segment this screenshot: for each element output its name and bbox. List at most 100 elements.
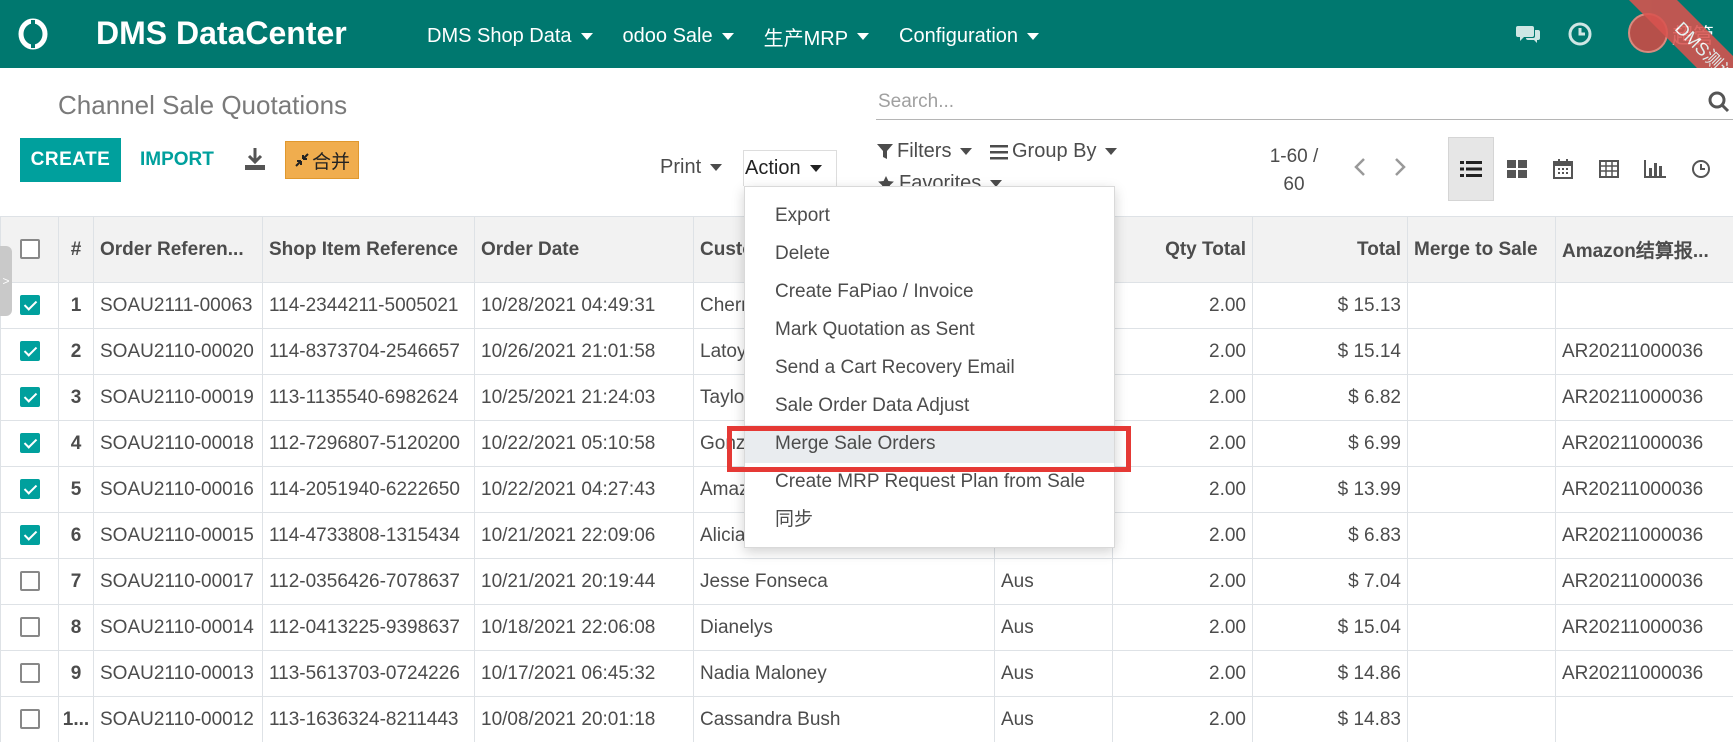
row-checkbox[interactable]: [19, 663, 40, 684]
shop-cell[interactable]: Aus: [994, 696, 1113, 742]
amazon-settlement-cell[interactable]: AR20211000036: [1555, 512, 1733, 559]
shop-item-reference-cell[interactable]: 114-2344211-5005021: [262, 282, 475, 329]
row-checkbox[interactable]: [19, 295, 40, 316]
amazon-settlement-cell[interactable]: [1555, 282, 1733, 329]
total-cell[interactable]: $ 14.83: [1252, 696, 1408, 742]
select-all-checkbox[interactable]: [19, 239, 40, 260]
qty-total-cell[interactable]: 2.00: [1112, 466, 1253, 513]
order-date-cell[interactable]: 10/21/2021 20:19:44: [474, 558, 694, 605]
kanban-view-button[interactable]: [1494, 137, 1540, 201]
row-checkbox[interactable]: [19, 387, 40, 408]
shop-item-reference-cell[interactable]: 114-8373704-2546657: [262, 328, 475, 375]
merge-to-sale-cell[interactable]: [1407, 696, 1556, 742]
merge-to-sale-cell[interactable]: [1407, 374, 1556, 421]
filters-dropdown[interactable]: Filters: [877, 140, 973, 163]
row-number[interactable]: 3: [58, 374, 94, 421]
row-number[interactable]: 8: [58, 604, 94, 651]
graph-view-button[interactable]: [1632, 137, 1678, 201]
merge-to-sale-cell[interactable]: [1407, 328, 1556, 375]
app-brand[interactable]: DMS DataCenter: [96, 15, 347, 52]
action-create-mrp-request-plan[interactable]: Create MRP Request Plan from Sale: [745, 463, 1114, 501]
action-create-fapiao-invoice[interactable]: Create FaPiao / Invoice: [745, 273, 1114, 311]
chevron-right-icon[interactable]: [1390, 156, 1410, 178]
action-send-cart-recovery-email[interactable]: Send a Cart Recovery Email: [745, 349, 1114, 387]
row-number[interactable]: 5: [58, 466, 94, 513]
order-date-cell[interactable]: 10/21/2021 22:09:06: [474, 512, 694, 559]
row-checkbox[interactable]: [19, 617, 40, 638]
chevron-left-icon[interactable]: [1350, 156, 1370, 178]
qty-total-cell[interactable]: 2.00: [1112, 650, 1253, 697]
order-reference-cell[interactable]: SOAU2110-00014: [93, 604, 263, 651]
side-panel-toggle[interactable]: >: [0, 246, 12, 316]
qty-total-cell[interactable]: 2.00: [1112, 558, 1253, 605]
total-cell[interactable]: $ 14.86: [1252, 650, 1408, 697]
qty-total-cell[interactable]: 2.00: [1112, 696, 1253, 742]
row-checkbox[interactable]: [19, 525, 40, 546]
row-number[interactable]: 4: [58, 420, 94, 467]
shop-item-reference-cell[interactable]: 114-4733808-1315434: [262, 512, 475, 559]
col-header-order-reference[interactable]: Order Referen...: [93, 216, 263, 283]
merge-to-sale-cell[interactable]: [1407, 512, 1556, 559]
order-reference-cell[interactable]: SOAU2110-00017: [93, 558, 263, 605]
table-row[interactable]: 8 SOAU2110-00014 112-0413225-9398637 10/18/…: [0, 604, 1733, 651]
customer-cell[interactable]: Jesse Fonseca: [693, 558, 995, 605]
total-cell[interactable]: $ 7.04: [1252, 558, 1408, 605]
row-checkbox[interactable]: [19, 709, 40, 730]
qty-total-cell[interactable]: 2.00: [1112, 328, 1253, 375]
amazon-settlement-cell[interactable]: AR20211000036: [1555, 420, 1733, 467]
order-date-cell[interactable]: 10/25/2021 21:24:03: [474, 374, 694, 421]
action-mark-quotation-sent[interactable]: Mark Quotation as Sent: [745, 311, 1114, 349]
order-date-cell[interactable]: 10/17/2021 06:45:32: [474, 650, 694, 697]
print-dropdown[interactable]: Print: [660, 156, 723, 179]
merge-to-sale-cell[interactable]: [1407, 604, 1556, 651]
total-cell[interactable]: $ 13.99: [1252, 466, 1408, 513]
calendar-view-button[interactable]: [1540, 137, 1586, 201]
total-cell[interactable]: $ 6.82: [1252, 374, 1408, 421]
row-select-cell[interactable]: [0, 696, 59, 742]
qty-total-cell[interactable]: 2.00: [1112, 512, 1253, 559]
col-header-merge-to-sale[interactable]: Merge to Sale: [1407, 216, 1556, 283]
row-number[interactable]: 9: [58, 650, 94, 697]
row-select-cell[interactable]: [0, 328, 59, 375]
menu-configuration[interactable]: Configuration: [899, 22, 1040, 51]
clock-icon[interactable]: [1567, 21, 1593, 47]
order-date-cell[interactable]: 10/22/2021 05:10:58: [474, 420, 694, 467]
merge-to-sale-cell[interactable]: [1407, 650, 1556, 697]
shop-item-reference-cell[interactable]: 112-7296807-5120200: [262, 420, 475, 467]
download-icon[interactable]: [243, 146, 267, 172]
shop-cell[interactable]: Aus: [994, 604, 1113, 651]
pivot-view-button[interactable]: [1586, 137, 1632, 201]
merge-button[interactable]: 合并: [285, 141, 359, 179]
order-reference-cell[interactable]: SOAU2110-00020: [93, 328, 263, 375]
customer-cell[interactable]: Nadia Maloney: [693, 650, 995, 697]
action-merge-sale-orders[interactable]: Merge Sale Orders: [745, 425, 1114, 463]
table-row[interactable]: 9 SOAU2110-00013 113-5613703-0724226 10/17/…: [0, 650, 1733, 697]
amazon-settlement-cell[interactable]: AR20211000036: [1555, 650, 1733, 697]
order-reference-cell[interactable]: SOAU2110-00018: [93, 420, 263, 467]
import-button[interactable]: IMPORT: [132, 138, 222, 182]
qty-total-cell[interactable]: 2.00: [1112, 282, 1253, 329]
amazon-settlement-cell[interactable]: AR20211000036: [1555, 466, 1733, 513]
menu-mrp[interactable]: 生产MRP: [764, 22, 870, 51]
chat-icon[interactable]: [1515, 21, 1541, 47]
row-select-cell[interactable]: [0, 420, 59, 467]
order-date-cell[interactable]: 10/28/2021 04:49:31: [474, 282, 694, 329]
row-select-cell[interactable]: [0, 466, 59, 513]
menu-odoo-sale[interactable]: odoo Sale: [623, 22, 734, 51]
total-cell[interactable]: $ 6.83: [1252, 512, 1408, 559]
amazon-settlement-cell[interactable]: [1555, 696, 1733, 742]
order-reference-cell[interactable]: SOAU2110-00012: [93, 696, 263, 742]
shop-item-reference-cell[interactable]: 112-0356426-7078637: [262, 558, 475, 605]
order-reference-cell[interactable]: SOAU2110-00015: [93, 512, 263, 559]
row-select-cell[interactable]: [0, 604, 59, 651]
order-date-cell[interactable]: 10/08/2021 20:01:18: [474, 696, 694, 742]
shop-item-reference-cell[interactable]: 113-1135540-6982624: [262, 374, 475, 421]
activity-view-button[interactable]: [1678, 137, 1724, 201]
qty-total-cell[interactable]: 2.00: [1112, 420, 1253, 467]
shop-cell[interactable]: Aus: [994, 558, 1113, 605]
pager-value[interactable]: 1-60 / 60: [1262, 143, 1326, 199]
row-number[interactable]: 7: [58, 558, 94, 605]
qty-total-cell[interactable]: 2.00: [1112, 604, 1253, 651]
row-select-cell[interactable]: [0, 650, 59, 697]
row-select-cell[interactable]: [0, 374, 59, 421]
